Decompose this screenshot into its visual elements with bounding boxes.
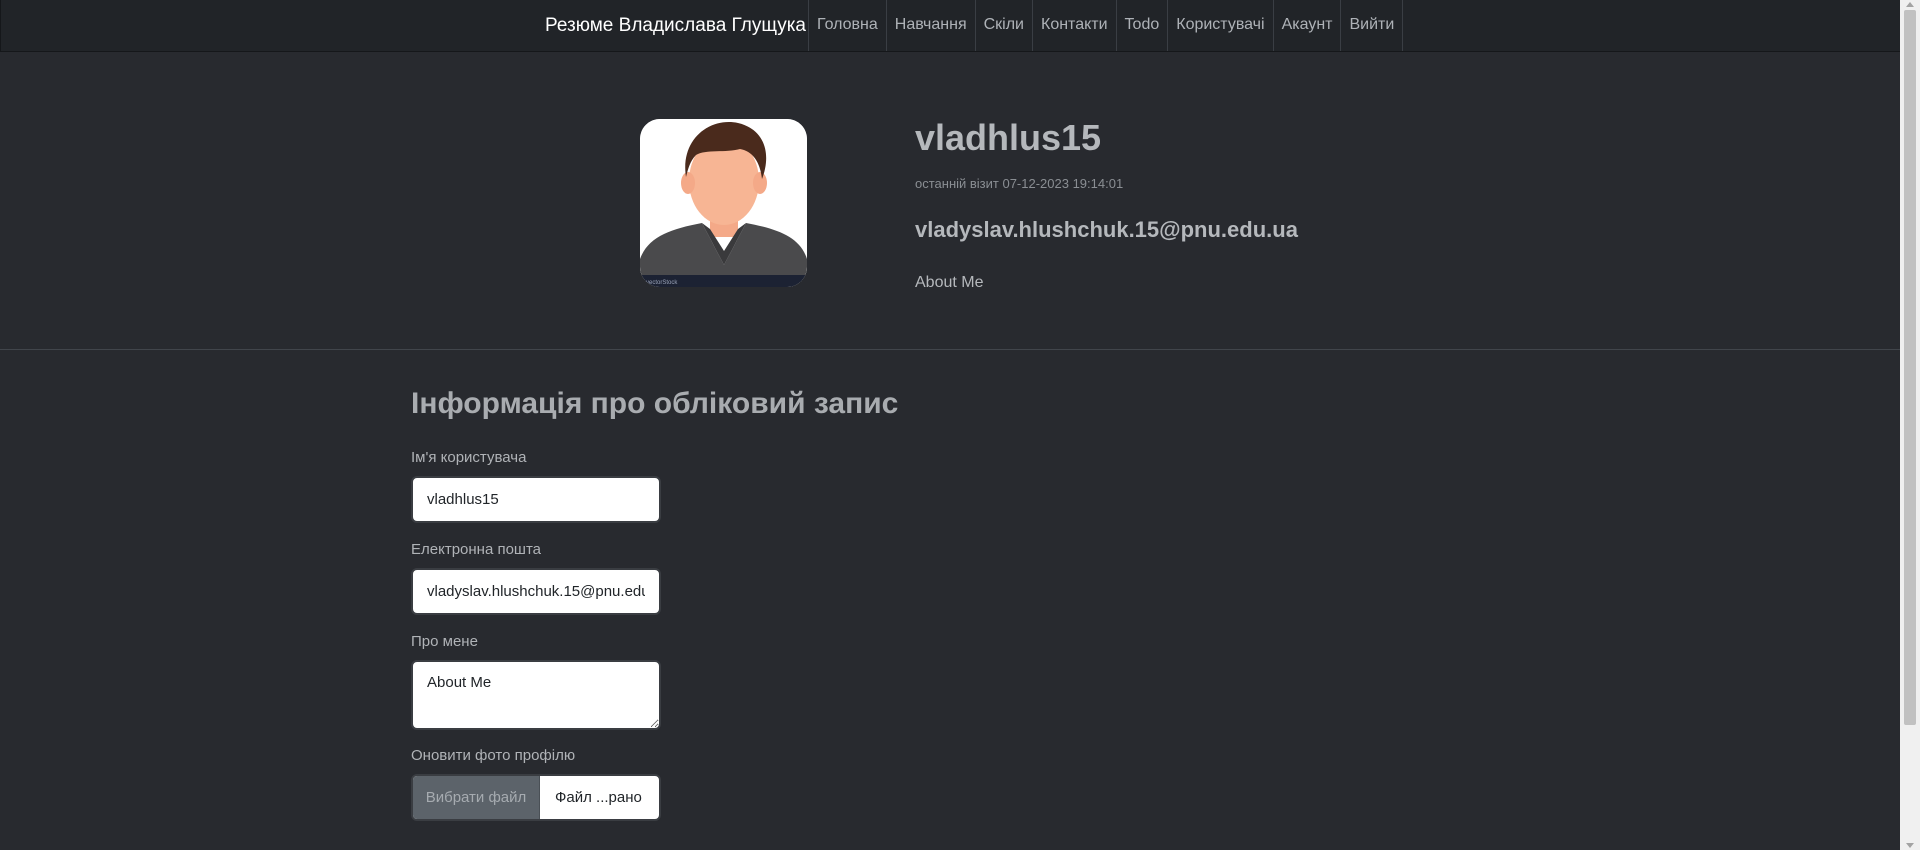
account-info-title: Інформація про обліковий запис	[411, 387, 899, 420]
choose-file-button[interactable]: Вибрати файл	[413, 776, 540, 819]
profile-email: vladyslav.hlushchuk.15@pnu.edu.ua	[915, 217, 1298, 242]
brand-title[interactable]: Резюме Владислава Глущука	[545, 0, 806, 51]
username-input[interactable]	[411, 476, 661, 523]
scroll-thumb[interactable]	[1904, 10, 1916, 725]
nav-link-logout[interactable]: Вийти	[1341, 0, 1404, 51]
file-status-text: Файл ...рано	[555, 789, 642, 806]
avatar-watermark: vectorStock	[646, 280, 678, 286]
nav-link-account[interactable]: Акаунт	[1274, 0, 1342, 51]
about-textarea[interactable]: About Me	[411, 660, 661, 730]
nav-links: Головна Навчання Скіли Контакти Todo Кор…	[808, 0, 1404, 51]
username-label: Ім'я користувача	[411, 449, 527, 466]
vertical-scrollbar[interactable]	[1900, 0, 1920, 850]
nav-link-skills[interactable]: Скіли	[976, 0, 1033, 51]
profile-username: vladhlus15	[915, 117, 1102, 158]
scroll-down-icon[interactable]	[1906, 843, 1914, 848]
about-label: Про мене	[411, 633, 478, 650]
nav-link-home[interactable]: Головна	[809, 0, 887, 51]
last-visit-text: останній візит 07-12-2023 19:14:01	[915, 176, 1124, 191]
avatar: vectorStock	[640, 119, 807, 287]
photo-file-input[interactable]: Вибрати файл Файл ...рано	[411, 774, 661, 821]
top-navbar: Резюме Владислава Глущука Головна Навчан…	[0, 0, 1900, 52]
email-input[interactable]	[411, 568, 661, 615]
nav-link-education[interactable]: Навчання	[887, 0, 976, 51]
avatar-person-icon: vectorStock	[640, 119, 807, 287]
profile-about: About Me	[915, 274, 984, 291]
nav-link-todo[interactable]: Todo	[1117, 0, 1169, 51]
photo-upload-label: Оновити фото профілю	[411, 747, 576, 764]
nav-link-contacts[interactable]: Контакти	[1033, 0, 1117, 51]
profile-header: vectorStock vladhlus15 останній візит 07…	[0, 52, 1900, 350]
nav-link-users[interactable]: Користувачі	[1168, 0, 1274, 51]
email-label: Електронна пошта	[411, 541, 542, 558]
scroll-up-icon[interactable]	[1906, 2, 1914, 7]
